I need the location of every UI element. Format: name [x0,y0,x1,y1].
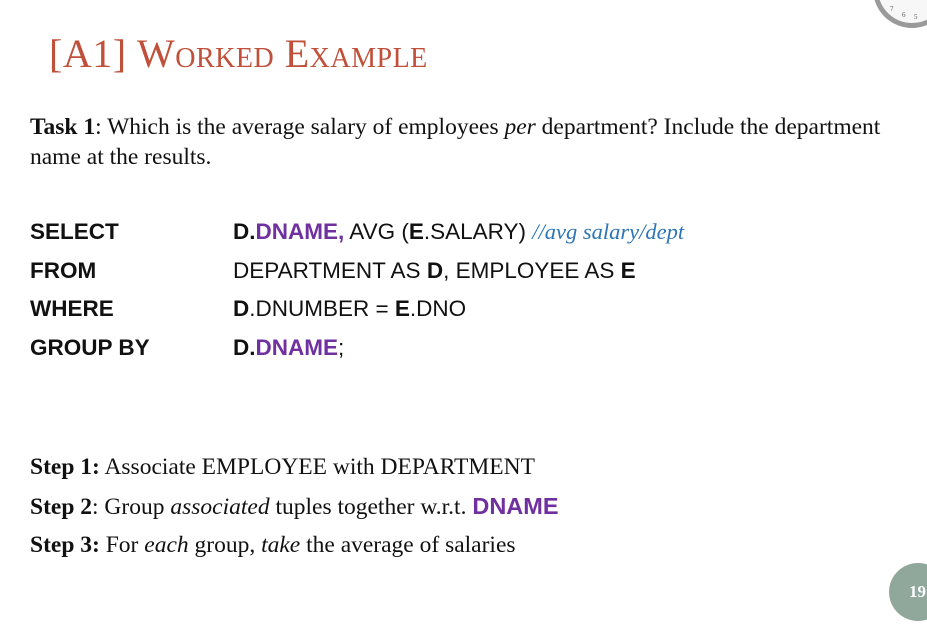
alias-d: D [426,257,444,283]
where-keyword: WHERE [30,296,114,321]
salary-column: .SALARY) [423,219,533,244]
step-text: For [99,532,145,558]
step-item: Step 2: Group associated tuples together… [30,490,559,529]
dname-column: DNAME [255,334,339,360]
group-by-keyword: GROUP BY [30,334,150,360]
alias-e: E [408,219,424,244]
task-text: : Which is the average salary of employe… [95,114,505,140]
title-word: Worked [137,31,275,76]
table-employee: , EMPLOYEE AS [443,257,621,283]
alias-d: D [233,296,250,321]
page-number: 19 [909,582,926,601]
clock-digit: 5 [914,13,918,21]
where-expression: D.DNUMBER = E.DNO [233,294,466,324]
from-keyword: FROM [30,257,97,283]
alias-e: E [394,296,410,321]
clock-icon: 7 6 5 [873,0,927,28]
title-bracket: [A1] [49,31,138,76]
step-emphasis: associated [170,494,270,520]
step-label: Step 2 [30,494,93,520]
alias-d: D. [233,334,256,360]
step-emphasis: take [261,532,301,558]
select-expression: D.DNAME, AVG (E.SALARY) //avg salary/dep… [233,217,684,247]
page-number-badge: 19 [889,563,927,621]
dname-column: DNAME, [255,219,345,244]
task-emphasis: per [504,114,536,140]
step-text: group, [188,532,262,558]
step-text: : Group [92,494,171,520]
task-label: Task 1 [30,114,96,140]
step-label: Step 3: [30,532,100,558]
dnumber-condition: .DNUMBER = [249,296,395,321]
step-label: Step 1: [30,454,100,480]
task-description: Task 1: Which is the average salary of e… [30,112,915,172]
slide-title: [A1] Worked Example [49,30,428,77]
step-text: the average of salaries [300,532,516,558]
step-item: Step 1: Associate EMPLOYEE with DEPARTME… [30,451,559,490]
dname-highlight: DNAME [472,493,559,519]
step-text: tuples together w.r.t. [269,494,473,520]
select-keyword: SELECT [30,219,119,244]
title-word: Example [284,31,428,76]
clock-digit: 7 [890,5,894,13]
alias-d: D. [233,219,256,244]
clock-digit: 6 [902,11,906,19]
semicolon: ; [338,334,345,360]
step-emphasis: each [144,532,189,558]
step-text: Associate EMPLOYEE with DEPARTMENT [99,454,535,480]
steps-list: Step 1: Associate EMPLOYEE with DEPARTME… [30,451,559,568]
step-item: Step 3: For each group, take the average… [30,529,559,568]
dno-column: .DNO [409,296,467,321]
alias-e: E [620,257,636,283]
avg-function: AVG ( [344,219,409,244]
group-by-expression: D.DNAME; [233,333,344,363]
from-expression: DEPARTMENT AS D, EMPLOYEE AS E [233,256,636,286]
table-department: DEPARTMENT AS [233,257,427,283]
sql-comment: //avg salary/dept [532,219,685,244]
